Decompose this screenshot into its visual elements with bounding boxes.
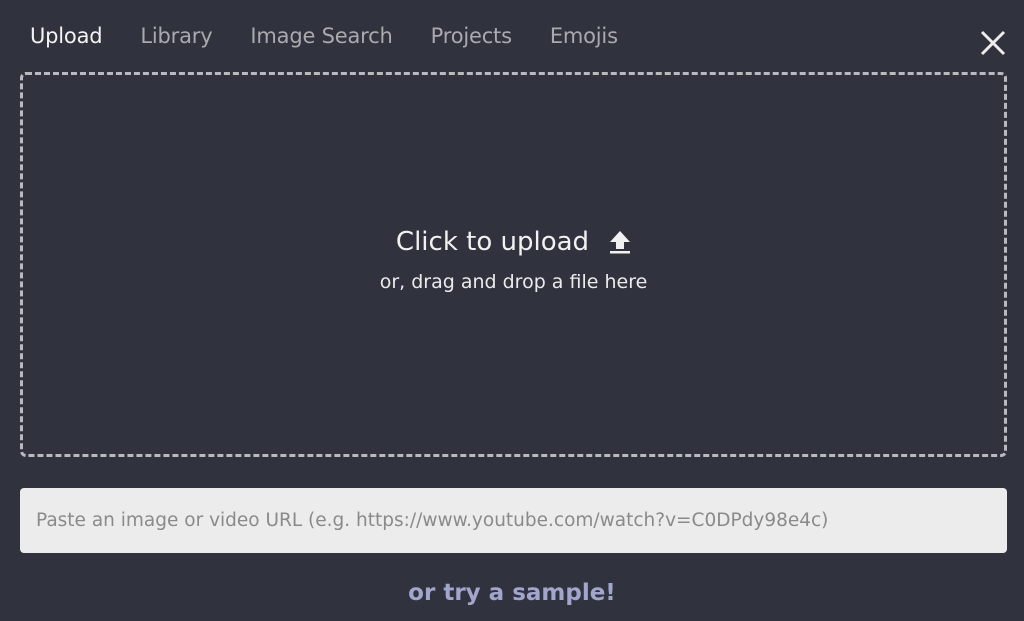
close-button[interactable] (978, 28, 1008, 58)
dropzone-title: Click to upload (395, 227, 590, 257)
upload-dropzone[interactable]: Click to upload or, drag and drop a file… (20, 72, 1007, 457)
tab-emojis[interactable]: Emojis (550, 22, 618, 50)
dropzone-subtitle: or, drag and drop a file here (379, 271, 648, 293)
url-input[interactable] (20, 488, 1007, 553)
tab-image-search[interactable]: Image Search (250, 22, 392, 50)
tab-projects[interactable]: Projects (431, 22, 512, 50)
tab-library[interactable]: Library (140, 22, 212, 50)
upload-arrow-icon (610, 231, 631, 254)
click-to-upload[interactable]: Click to upload (396, 227, 631, 257)
try-sample-link[interactable]: or try a sample! (0, 580, 1024, 606)
tab-upload[interactable]: Upload (30, 22, 103, 50)
tab-bar: Upload Library Image Search Projects Emo… (30, 22, 656, 50)
close-icon (980, 30, 1006, 56)
